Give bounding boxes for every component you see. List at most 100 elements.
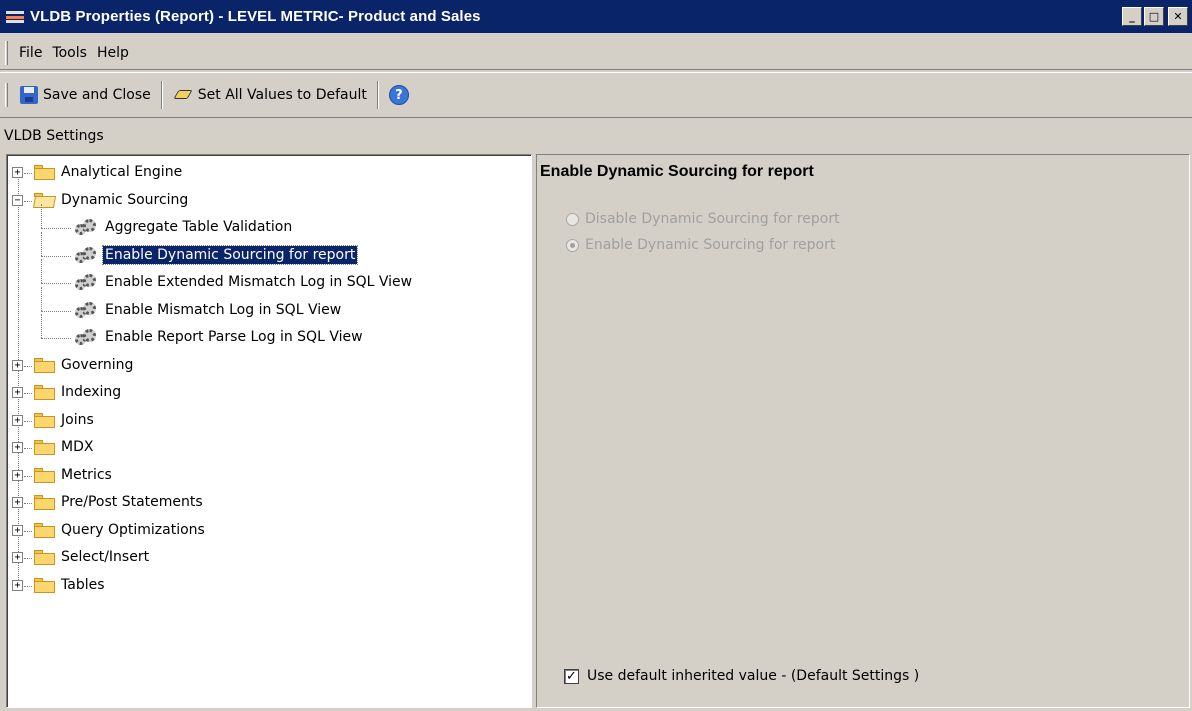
- menu-bar: File Tools Help: [0, 36, 1192, 70]
- tree-folder-label: Governing: [61, 356, 134, 373]
- set-all-default-label: Set All Values to Default: [197, 87, 367, 103]
- tree-connector: [24, 558, 32, 559]
- tree-connector: [24, 503, 32, 504]
- maximize-button[interactable]: □: [1144, 7, 1164, 26]
- menu-help[interactable]: Help: [92, 45, 134, 61]
- folder-icon: [34, 357, 56, 373]
- expand-icon[interactable]: +: [12, 524, 23, 536]
- detail-panel: Enable Dynamic Sourcing for report Disab…: [536, 154, 1190, 708]
- folder-icon: [34, 467, 56, 483]
- tree-setting-row[interactable]: Enable Dynamic Sourcing for report: [7, 231, 527, 269]
- expand-icon[interactable]: +: [12, 167, 23, 178]
- toolbar-grip[interactable]: [5, 83, 8, 107]
- tree-connector: [24, 585, 32, 587]
- tree-setting-label: Enable Mismatch Log in SQL View: [105, 301, 342, 318]
- tree-folder-row[interactable]: + Joins: [7, 407, 527, 434]
- gears-icon: [75, 329, 97, 345]
- expand-icon[interactable]: +: [12, 387, 23, 398]
- use-default-checkbox[interactable]: ✓: [564, 668, 579, 684]
- use-default-inherited-checkbox-row[interactable]: ✓ Use default inherited value - (Default…: [564, 668, 919, 684]
- section-label: VLDB Settings: [4, 128, 104, 144]
- expand-icon[interactable]: +: [12, 469, 23, 481]
- tree-folder-row[interactable]: + Query Optimizations: [7, 517, 527, 544]
- minimize-button[interactable]: _: [1122, 7, 1142, 26]
- folder-icon: [34, 550, 56, 565]
- tree-setting-label: Enable Report Parse Log in SQL View: [105, 329, 363, 345]
- tree-connector: [41, 283, 71, 284]
- tree-connector: [41, 228, 71, 229]
- expand-icon[interactable]: +: [12, 414, 23, 426]
- gears-icon: [75, 219, 97, 235]
- tree-setting-row[interactable]: Aggregate Table Validation: [7, 204, 527, 241]
- folder-icon: [34, 165, 56, 180]
- tree-folder-row[interactable]: + MDX: [7, 434, 527, 461]
- gears-icon: [75, 274, 97, 290]
- set-all-default-button[interactable]: Set All Values to Default: [167, 80, 373, 110]
- eraser-icon: [173, 88, 193, 102]
- menu-tools[interactable]: Tools: [47, 45, 92, 61]
- gears-icon: [75, 301, 97, 318]
- tree-connector: [24, 448, 32, 449]
- folder-open-icon: [32, 192, 57, 208]
- folder-icon: [34, 495, 56, 510]
- tree-folder-label: Select/Insert: [61, 549, 150, 565]
- tree-setting-row[interactable]: Enable Report Parse Log in SQL View: [7, 314, 527, 351]
- tree-connector: [24, 365, 32, 367]
- expand-icon[interactable]: +: [12, 579, 23, 591]
- tree-folder-label: Query Optimizations: [61, 521, 205, 538]
- radio-button[interactable]: [566, 212, 579, 226]
- tree-folder-row[interactable]: + Indexing: [7, 379, 527, 406]
- title-bar: VLDB Properties (Report) - LEVEL METRIC-…: [0, 0, 1192, 33]
- tree-connector: [41, 286, 42, 311]
- tree-setting-label-selected: Enable Dynamic Sourcing for report: [101, 244, 359, 265]
- close-button[interactable]: ✕: [1168, 7, 1188, 26]
- tree-folder-label: Analytical Engine: [61, 164, 183, 180]
- save-and-close-label: Save and Close: [43, 87, 151, 103]
- radio-button[interactable]: [566, 238, 579, 252]
- tree-setting-row[interactable]: Enable Extended Mismatch Log in SQL View: [7, 259, 527, 296]
- tree-connector: [41, 338, 71, 339]
- radio-disable-dynamic-sourcing[interactable]: Disable Dynamic Sourcing for report: [566, 211, 840, 227]
- tree-connector: [24, 173, 32, 174]
- tree-folder-row[interactable]: + Tables: [7, 572, 527, 599]
- tree-folder-row[interactable]: + Governing: [7, 352, 527, 379]
- gears-icon: [75, 246, 97, 263]
- detail-title: Enable Dynamic Sourcing for report: [540, 163, 814, 180]
- tree-connector: [24, 475, 32, 477]
- expand-icon[interactable]: +: [12, 497, 23, 508]
- tree-folder-label: Metrics: [61, 466, 112, 483]
- tree-folder-label: Pre/Post Statements: [61, 494, 203, 510]
- radio-label: Disable Dynamic Sourcing for report: [585, 211, 840, 227]
- tree-setting-label: Enable Extended Mismatch Log in SQL View: [105, 274, 413, 290]
- tree-setting-row[interactable]: Enable Mismatch Log in SQL View: [7, 286, 527, 324]
- help-button[interactable]: ?: [383, 80, 415, 110]
- menu-grip[interactable]: [5, 40, 8, 65]
- tree-folder-row[interactable]: + Analytical Engine: [7, 159, 527, 186]
- tree-folder-row[interactable]: + Select/Insert: [7, 544, 527, 571]
- tree-connector: [41, 204, 42, 228]
- tree-folder-row[interactable]: − Dynamic Sourcing: [7, 187, 527, 214]
- toolbar-separator: [160, 81, 163, 109]
- folder-icon: [34, 385, 56, 400]
- folder-icon: [34, 440, 56, 455]
- expand-icon[interactable]: +: [12, 552, 23, 563]
- tree-folder-label: MDX: [61, 439, 94, 455]
- tree-connector: [24, 393, 32, 394]
- tree-folder-label: Indexing: [61, 384, 122, 400]
- tree-connector: [24, 200, 32, 202]
- tree-folder-label: Tables: [61, 576, 105, 593]
- tree-folder-label: Dynamic Sourcing: [61, 191, 189, 208]
- radio-enable-dynamic-sourcing[interactable]: Enable Dynamic Sourcing for report: [566, 237, 835, 253]
- collapse-icon[interactable]: −: [12, 194, 23, 206]
- expand-icon[interactable]: +: [12, 359, 23, 371]
- tree-folder-row[interactable]: + Metrics: [7, 462, 527, 489]
- tree-folder-row[interactable]: + Pre/Post Statements: [7, 489, 527, 516]
- settings-tree[interactable]: + Analytical Engine − Dynamic Sourcing Aggre…: [6, 154, 532, 708]
- tree-connector: [41, 231, 42, 256]
- tree-connector: [41, 255, 71, 257]
- expand-icon[interactable]: +: [12, 442, 23, 453]
- save-and-close-button[interactable]: Save and Close: [14, 80, 157, 110]
- menu-file[interactable]: File: [14, 45, 47, 61]
- folder-icon: [34, 412, 56, 428]
- tree-setting-label: Aggregate Table Validation: [105, 219, 293, 235]
